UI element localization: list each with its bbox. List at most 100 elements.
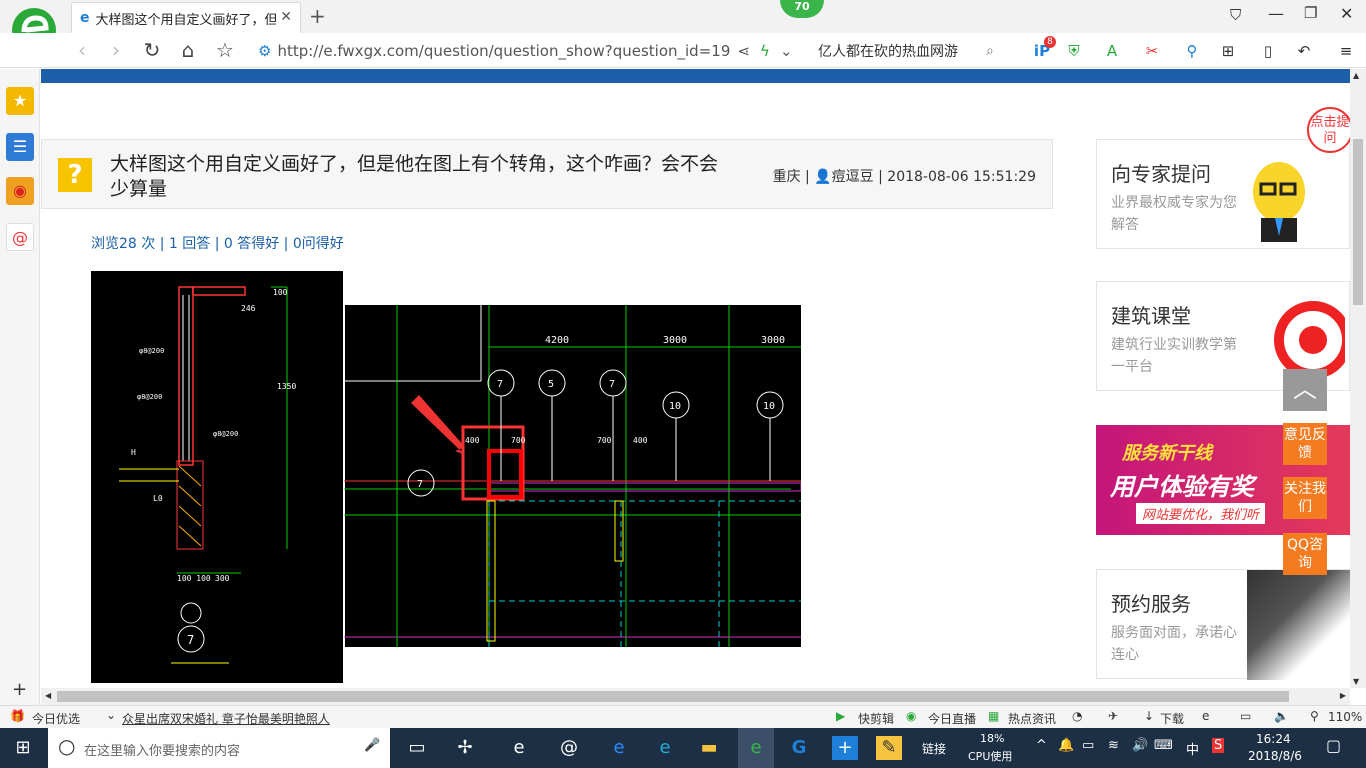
- zoom-icon[interactable]: ⚲: [1310, 709, 1319, 723]
- quickclip-link[interactable]: 快剪辑: [858, 710, 894, 727]
- cad-label: 7: [609, 379, 615, 390]
- folder-icon[interactable]: ▬: [696, 736, 722, 760]
- wifi-icon[interactable]: ≋: [1108, 738, 1119, 753]
- follow-button[interactable]: 关注我们: [1283, 477, 1327, 519]
- score-badge[interactable]: 70: [780, 0, 824, 18]
- shirt-icon[interactable]: ⛉: [1230, 6, 1241, 24]
- chevron-down-icon[interactable]: ⌄: [106, 708, 116, 722]
- edge-icon[interactable]: e: [606, 736, 632, 760]
- scroll-left-icon[interactable]: ◀: [45, 691, 51, 700]
- g-app-icon[interactable]: G: [786, 736, 812, 760]
- notification-bell-icon[interactable]: 🔔: [1058, 738, 1074, 753]
- news-link[interactable]: 众星出席双宋婚礼 章子怡最美明艳照人: [122, 710, 330, 727]
- restore-icon[interactable]: ❐: [1304, 4, 1317, 22]
- flash-icon[interactable]: ϟ: [760, 42, 770, 60]
- taskbar-search-placeholder: 在这里输入你要搜索的内容: [84, 744, 241, 759]
- vertical-scrollbar[interactable]: ▲ ▼: [1350, 69, 1366, 688]
- active-browser-icon[interactable]: e: [738, 728, 774, 768]
- add-sidebar-icon[interactable]: +: [12, 679, 27, 700]
- microphone-icon[interactable]: 🎤: [364, 738, 380, 753]
- scroll-thumb[interactable]: [1353, 139, 1363, 305]
- notes-app-icon[interactable]: ✎: [876, 736, 902, 760]
- speed-icon[interactable]: ◔: [1072, 709, 1082, 723]
- home-icon[interactable]: ⌂: [176, 39, 200, 63]
- windows-start-icon[interactable]: ⊞: [10, 736, 36, 760]
- scroll-right-icon[interactable]: ▶: [1340, 691, 1346, 700]
- download-link[interactable]: 下载: [1160, 710, 1184, 727]
- new-tab-button[interactable]: +: [309, 4, 326, 28]
- spiral-app-icon[interactable]: @: [556, 736, 582, 760]
- live-link[interactable]: 今日直播: [928, 710, 976, 727]
- zoom-level[interactable]: 110%: [1328, 710, 1362, 724]
- window-icon[interactable]: ▭: [1240, 709, 1251, 723]
- hot-link[interactable]: 热点资讯: [1008, 710, 1056, 727]
- qq-button[interactable]: QQ咨询: [1283, 533, 1327, 575]
- search-icon[interactable]: ⌕: [986, 43, 994, 59]
- scroll-down-icon[interactable]: ▼: [1353, 677, 1359, 686]
- ie-mode-icon[interactable]: e: [1202, 709, 1209, 723]
- chevron-down-icon[interactable]: ⌄: [780, 42, 793, 60]
- question-user[interactable]: 痘逗豆: [832, 169, 874, 185]
- url-field[interactable]: ⚙ http://e.fwxgx.com/question/question_s…: [258, 37, 806, 64]
- chevron-up-icon[interactable]: ^: [1036, 738, 1047, 753]
- clock-date[interactable]: 2018/8/6: [1248, 749, 1302, 763]
- secure-icon: ⚙: [258, 41, 272, 60]
- active-tab[interactable]: e 大样图这个用自定义画好了，但是 ✕: [71, 2, 301, 33]
- taskbar-search[interactable]: ○ 在这里输入你要搜索的内容 🎤: [48, 728, 390, 768]
- scroll-up-icon[interactable]: ▲: [1353, 71, 1359, 80]
- question-location[interactable]: 重庆: [773, 169, 801, 185]
- cad-label: 400: [465, 436, 480, 445]
- keyboard-icon[interactable]: ⌨: [1154, 738, 1173, 753]
- fan-app-icon[interactable]: ✢: [452, 736, 478, 760]
- weibo-icon[interactable]: ◉: [6, 177, 34, 205]
- links-label[interactable]: 链接: [922, 740, 946, 757]
- forward-icon[interactable]: ›: [104, 39, 128, 63]
- task-view-icon[interactable]: ▭: [404, 736, 430, 760]
- back-icon[interactable]: ‹: [70, 39, 94, 63]
- sound-icon[interactable]: 🔈: [1274, 709, 1289, 723]
- feedback-button[interactable]: 意见反馈: [1283, 423, 1327, 465]
- ie-icon[interactable]: e: [652, 736, 678, 760]
- plus-app-icon[interactable]: +: [832, 736, 858, 760]
- undo-icon[interactable]: ↶: [1294, 41, 1314, 61]
- battery-icon[interactable]: ▭: [1082, 738, 1094, 753]
- ie-browser-icon[interactable]: e: [506, 736, 532, 760]
- today-picks[interactable]: 今日优选: [32, 710, 80, 727]
- site-header-bar: [41, 69, 1350, 83]
- action-center-icon[interactable]: ▢: [1326, 736, 1341, 755]
- h-scroll-thumb[interactable]: [57, 691, 1289, 702]
- pin-icon[interactable]: ✈: [1108, 709, 1118, 723]
- expert-box[interactable]: 向专家提问 业界最权威专家为您解答: [1096, 139, 1350, 249]
- apps-icon[interactable]: ⊞: [1218, 41, 1238, 61]
- ime-indicator[interactable]: 中: [1186, 739, 1199, 758]
- cad-label: 10: [763, 401, 775, 412]
- list-icon[interactable]: ☰: [6, 133, 34, 161]
- star-icon[interactable]: ☆: [213, 39, 237, 63]
- page-content: ? 大样图这个用自定义画好了，但是他在图上有个转角，这个咋画？会不会少算量 重庆…: [41, 69, 1350, 688]
- clock-time[interactable]: 16:24: [1256, 732, 1291, 746]
- refresh-icon[interactable]: ↻: [140, 39, 164, 63]
- sogou-icon[interactable]: S: [1212, 738, 1225, 753]
- scissors-icon[interactable]: ✂: [1142, 41, 1162, 61]
- favorites-icon[interactable]: ★: [6, 87, 34, 115]
- share-icon[interactable]: ⋖: [737, 42, 750, 60]
- translate-icon[interactable]: A: [1102, 41, 1122, 61]
- cad-drawing-image[interactable]: 100 246 φ8@200 φ8@200 φ8@200 1350 H L0 1…: [91, 271, 802, 683]
- horizontal-scrollbar[interactable]: ◀ ▶: [41, 688, 1350, 705]
- cad-label: 400: [633, 436, 648, 445]
- volume-icon[interactable]: 🔊: [1132, 738, 1148, 753]
- close-tab-icon[interactable]: ✕: [280, 9, 292, 25]
- tablet-icon[interactable]: ▯: [1258, 41, 1278, 61]
- close-window-icon[interactable]: ✕: [1340, 4, 1353, 23]
- search-box[interactable]: 亿人都在砍的热血网游 ⌕: [818, 37, 1008, 64]
- service-box[interactable]: 预约服务 服务面对面，承诺心连心: [1096, 569, 1350, 680]
- magnifier-icon[interactable]: ⚲: [1182, 41, 1202, 61]
- mail-icon[interactable]: @: [6, 223, 34, 251]
- banner-line1: 服务新干线: [1122, 443, 1212, 464]
- back-to-top-button[interactable]: ︿: [1283, 369, 1327, 411]
- menu-icon[interactable]: ≡: [1336, 41, 1356, 61]
- corner-ask-badge[interactable]: 点击提问: [1307, 107, 1350, 153]
- shield-icon[interactable]: ⛨: [1064, 41, 1084, 61]
- extension-badge: 8: [1044, 36, 1056, 48]
- minimize-icon[interactable]: —: [1268, 4, 1284, 23]
